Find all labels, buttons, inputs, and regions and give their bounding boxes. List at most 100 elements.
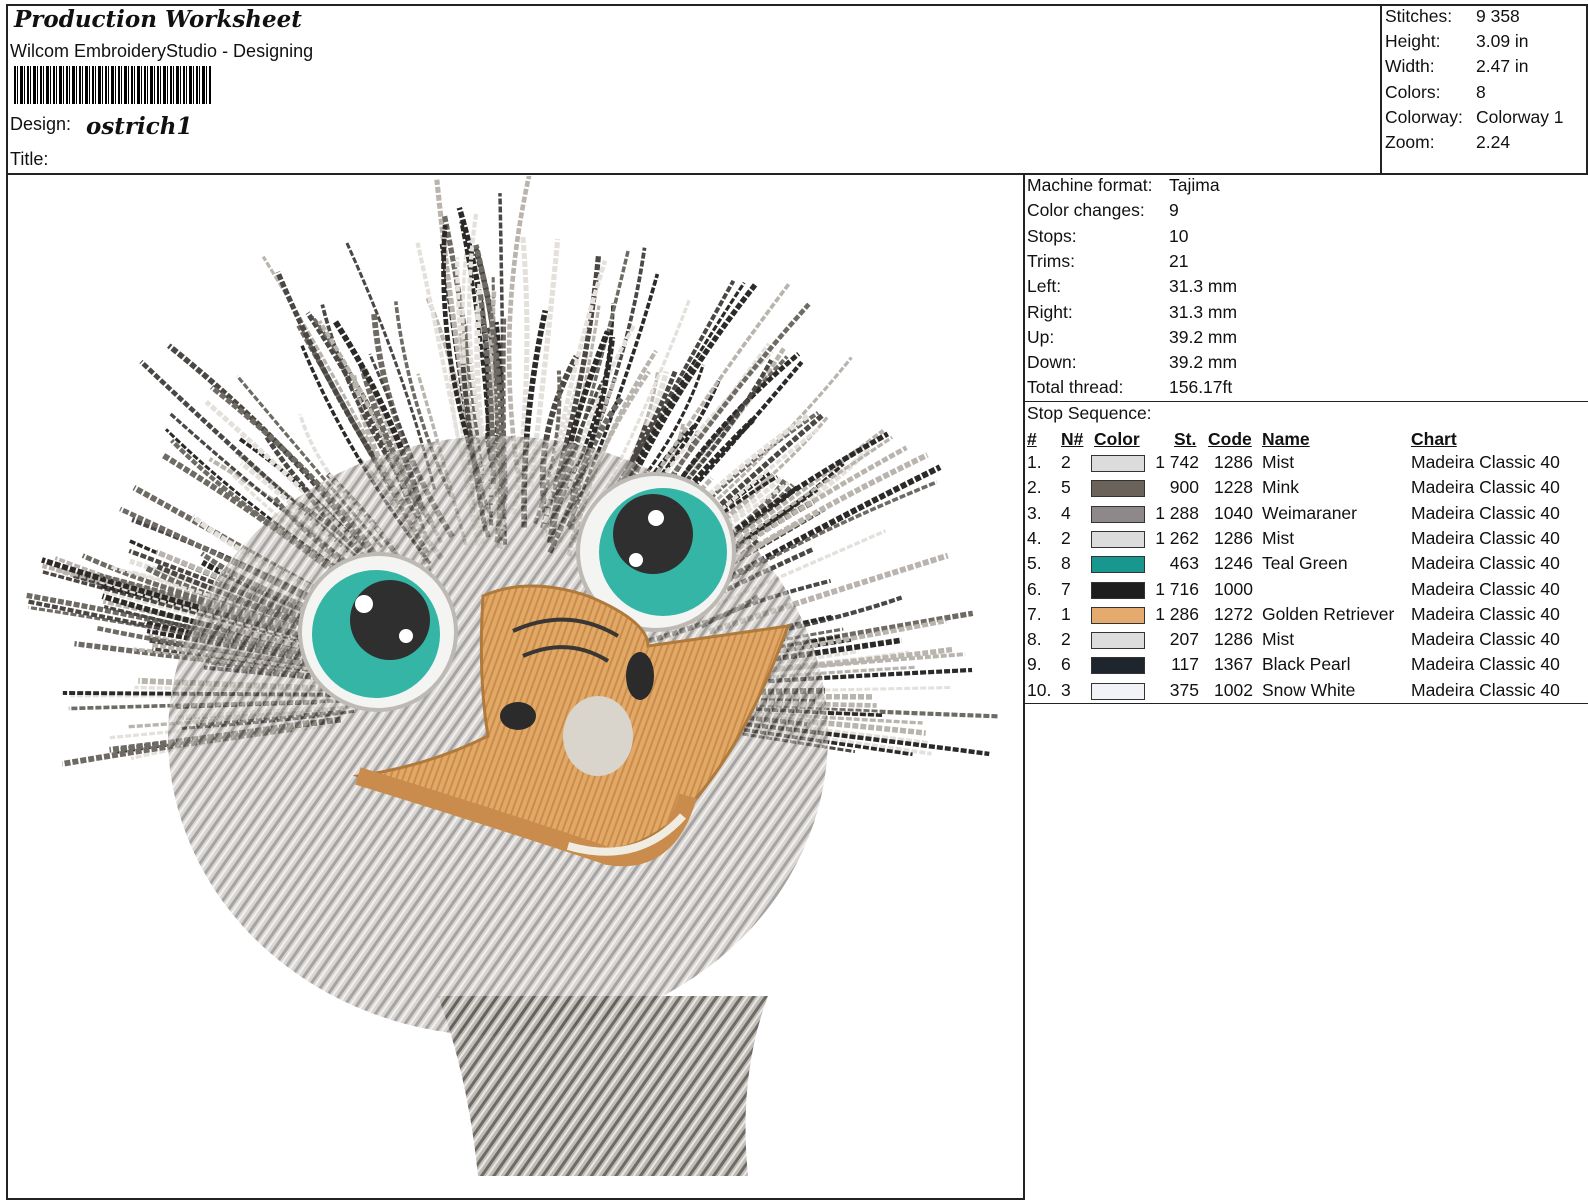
row-chart: Madeira Classic 40 — [1411, 502, 1560, 523]
row-stitches: 1 288 — [1155, 502, 1199, 523]
row-stitches: 1 262 — [1155, 527, 1199, 548]
info-value: 9 — [1169, 200, 1179, 221]
info-label: Left: — [1027, 276, 1062, 297]
row-stitches: 117 — [1171, 654, 1199, 675]
stat-label: Height: — [1385, 31, 1441, 52]
color-swatch — [1091, 632, 1145, 650]
row-thread-name: Mist — [1262, 452, 1295, 472]
col-code-header: Code — [1208, 429, 1252, 449]
info-label: Color changes: — [1027, 200, 1145, 221]
stat-value: 3.09 in — [1476, 31, 1529, 52]
row-thread-name: Mist — [1262, 527, 1295, 548]
row-chart: Madeira Classic 40 — [1411, 527, 1560, 548]
machine-info-row: Up: 39.2 mm — [1027, 327, 1237, 348]
info-label: Stops: — [1027, 225, 1077, 246]
row-code: 1228 — [1214, 477, 1253, 498]
stat-row: Colors: 8 — [1385, 82, 1486, 103]
row-needle: 3 — [1061, 679, 1071, 700]
col-stitches-header: St. — [1174, 429, 1197, 449]
stat-row: Colorway: Colorway 1 — [1385, 107, 1564, 128]
info-value: 156.17ft — [1169, 377, 1233, 398]
row-chart: Madeira Classic 40 — [1411, 654, 1560, 675]
row-code: 1040 — [1214, 502, 1253, 523]
title-label: Title: — [10, 149, 49, 169]
table-row: 9. 6 117 1367 Black Pearl Madeira Classic 40 — [0, 654, 1588, 679]
row-needle: 1 — [1061, 603, 1071, 624]
machine-info-row: Down: 39.2 mm — [1027, 352, 1237, 373]
info-value: 31.3 mm — [1169, 276, 1238, 297]
color-swatch — [1091, 556, 1145, 574]
table-row: 1. 2 1 742 1286 Mist Madeira Classic 40 — [0, 452, 1588, 477]
row-thread-name: Mink — [1262, 477, 1299, 498]
color-swatch — [1091, 581, 1145, 599]
info-label: Up: — [1027, 326, 1055, 347]
table-row: 10. 3 375 1002 Snow White Madeira Classic 40 — [0, 680, 1588, 705]
row-needle: 4 — [1061, 502, 1071, 523]
stat-value: 8 — [1476, 81, 1486, 102]
color-swatch — [1091, 682, 1145, 700]
row-needle: 8 — [1061, 553, 1071, 574]
info-label: Total thread: — [1027, 377, 1124, 398]
row-thread-name: Golden Retriever — [1262, 603, 1395, 624]
divider — [1023, 703, 1588, 704]
row-chart: Madeira Classic 40 — [1411, 629, 1560, 650]
row-code: 1367 — [1214, 654, 1253, 675]
worksheet-title: Production Worksheet — [14, 6, 302, 33]
row-num: 7. — [1027, 603, 1042, 624]
stat-label: Width: — [1385, 56, 1435, 77]
machine-info-row: Stops: 10 — [1027, 226, 1188, 247]
table-row: 6. 7 1 716 1000 Madeira Classic 40 — [0, 579, 1588, 604]
color-swatch — [1091, 657, 1145, 675]
machine-info-row: Color changes: 9 — [1027, 200, 1179, 221]
row-stitches: 1 286 — [1155, 603, 1199, 624]
row-chart: Madeira Classic 40 — [1411, 553, 1560, 574]
stat-row: Stitches: 9 358 — [1385, 6, 1520, 27]
stat-label: Colors: — [1385, 81, 1441, 102]
row-needle: 2 — [1061, 629, 1071, 650]
stat-value: 2.24 — [1476, 132, 1511, 152]
design-name: ostrich1 — [86, 113, 193, 140]
info-label: Machine format: — [1027, 175, 1153, 195]
info-label: Right: — [1027, 301, 1073, 322]
machine-info-row: Total thread: 156.17ft — [1027, 377, 1232, 398]
color-swatch — [1091, 480, 1145, 498]
row-num: 6. — [1027, 578, 1042, 599]
design-label: Design: — [10, 114, 72, 134]
stat-label: Stitches: — [1385, 6, 1453, 26]
row-thread-name: Black Pearl — [1262, 654, 1351, 675]
stat-label: Colorway: — [1385, 106, 1463, 127]
color-swatch — [1091, 530, 1145, 548]
app-name: Wilcom EmbroideryStudio - Designing — [10, 41, 314, 61]
row-needle: 2 — [1061, 527, 1071, 548]
row-thread-name: Mist — [1262, 629, 1295, 650]
table-row: 4. 2 1 262 1286 Mist Madeira Classic 40 — [0, 528, 1588, 553]
stat-value: Colorway 1 — [1476, 106, 1564, 127]
row-code: 1002 — [1214, 679, 1253, 700]
row-thread-name: Snow White — [1262, 679, 1356, 700]
table-row: 7. 1 1 286 1272 Golden Retriever Madeira Clas… — [0, 604, 1588, 629]
stat-row: Zoom: 2.24 — [1385, 132, 1510, 153]
row-stitches: 1 716 — [1155, 578, 1199, 599]
info-value: 39.2 mm — [1169, 326, 1238, 347]
row-num: 9. — [1027, 654, 1042, 675]
row-code: 1272 — [1214, 603, 1253, 624]
row-code: 1286 — [1214, 629, 1253, 650]
row-thread-name: Teal Green — [1262, 553, 1348, 574]
row-num: 10. — [1027, 679, 1052, 700]
info-value: 31.3 mm — [1169, 301, 1238, 322]
info-value: 10 — [1169, 225, 1189, 246]
table-row: 3. 4 1 288 1040 Weimaraner Madeira Classic 40 — [0, 503, 1588, 528]
row-chart: Madeira Classic 40 — [1411, 477, 1560, 498]
row-num: 3. — [1027, 502, 1042, 523]
col-chart-header: Chart — [1411, 429, 1457, 449]
color-swatch — [1091, 505, 1145, 523]
info-label: Down: — [1027, 352, 1077, 373]
row-num: 5. — [1027, 553, 1042, 574]
table-row: 2. 5 900 1228 Mink Madeira Classic 40 — [0, 477, 1588, 502]
row-stitches: 463 — [1169, 553, 1199, 574]
row-stitches: 207 — [1169, 629, 1199, 650]
table-row: 8. 2 207 1286 Mist Madeira Classic 40 — [0, 629, 1588, 654]
stat-label: Zoom: — [1385, 132, 1435, 152]
row-num: 4. — [1027, 527, 1042, 548]
row-stitches: 375 — [1169, 679, 1199, 700]
